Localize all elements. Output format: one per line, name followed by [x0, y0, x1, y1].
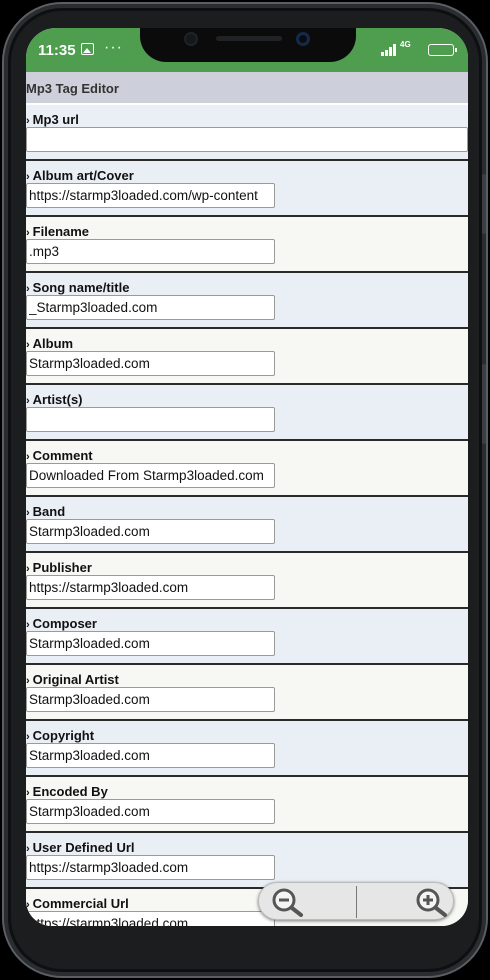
- field-label: Original Artist: [26, 672, 119, 687]
- field-user-defined-url: User Defined Url: [26, 833, 468, 889]
- user-defined-url-input[interactable]: [26, 855, 275, 880]
- screen: 11:35 ··· 4G Mp3 Tag Editor Mp3 url Albu…: [26, 28, 468, 926]
- field-artists: Artist(s): [26, 385, 468, 441]
- comment-input[interactable]: [26, 463, 275, 488]
- image-icon: [81, 43, 94, 55]
- zoom-out-button[interactable]: [259, 883, 355, 921]
- field-label: User Defined Url: [26, 840, 135, 855]
- zoom-in-button[interactable]: [358, 883, 454, 921]
- commercial-url-input[interactable]: [26, 911, 275, 926]
- field-label: Album: [26, 336, 73, 351]
- tag-form: Mp3 url Album art/Cover Filename Song na…: [26, 105, 468, 926]
- field-label: Filename: [26, 224, 89, 239]
- field-label: Band: [26, 504, 66, 519]
- field-band: Band: [26, 497, 468, 553]
- band-input[interactable]: [26, 519, 275, 544]
- power-button: [482, 364, 486, 444]
- app-title-bar: Mp3 Tag Editor: [26, 72, 468, 105]
- field-label: Artist(s): [26, 392, 83, 407]
- mp3-url-input[interactable]: [26, 127, 468, 152]
- field-mp3-url: Mp3 url: [26, 105, 468, 161]
- sensor-icon: [186, 34, 196, 44]
- field-album: Album: [26, 329, 468, 385]
- battery-icon: [428, 44, 457, 56]
- publisher-input[interactable]: [26, 575, 275, 600]
- original-artist-input[interactable]: [26, 687, 275, 712]
- page-title: Mp3 Tag Editor: [26, 81, 119, 96]
- volume-button: [482, 174, 486, 234]
- field-label: Comment: [26, 448, 93, 463]
- speaker-grille: [216, 36, 282, 41]
- field-song-title: Song name/title: [26, 273, 468, 329]
- field-label: Album art/Cover: [26, 168, 134, 183]
- album-art-input[interactable]: [26, 183, 275, 208]
- more-dots-icon: ···: [104, 39, 123, 56]
- signal-icon: [381, 44, 397, 56]
- field-label: Commercial Url: [26, 896, 129, 911]
- song-title-input[interactable]: [26, 295, 275, 320]
- status-time: 11:35: [38, 42, 76, 59]
- encoded-by-input[interactable]: [26, 799, 275, 824]
- field-original-artist: Original Artist: [26, 665, 468, 721]
- phone-frame: 11:35 ··· 4G Mp3 Tag Editor Mp3 url Albu…: [2, 2, 488, 978]
- front-camera-icon: [296, 32, 310, 46]
- zoom-out-icon: [272, 888, 303, 917]
- notch: [140, 28, 356, 62]
- field-label: Encoded By: [26, 784, 108, 799]
- field-copyright: Copyright: [26, 721, 468, 777]
- copyright-input[interactable]: [26, 743, 275, 768]
- field-composer: Composer: [26, 609, 468, 665]
- composer-input[interactable]: [26, 631, 275, 656]
- field-publisher: Publisher: [26, 553, 468, 609]
- field-comment: Comment: [26, 441, 468, 497]
- network-type: 4G: [400, 40, 411, 49]
- album-input[interactable]: [26, 351, 275, 376]
- field-label: Song name/title: [26, 280, 130, 295]
- zoom-controls: [258, 882, 454, 920]
- field-label: Composer: [26, 616, 97, 631]
- field-filename: Filename: [26, 217, 468, 273]
- field-encoded-by: Encoded By: [26, 777, 468, 833]
- zoom-divider: [356, 886, 357, 918]
- field-label: Mp3 url: [26, 112, 79, 127]
- field-label: Publisher: [26, 560, 92, 575]
- field-album-art: Album art/Cover: [26, 161, 468, 217]
- filename-input[interactable]: [26, 239, 275, 264]
- field-label: Copyright: [26, 728, 94, 743]
- zoom-in-icon: [416, 888, 447, 917]
- artists-input[interactable]: [26, 407, 275, 432]
